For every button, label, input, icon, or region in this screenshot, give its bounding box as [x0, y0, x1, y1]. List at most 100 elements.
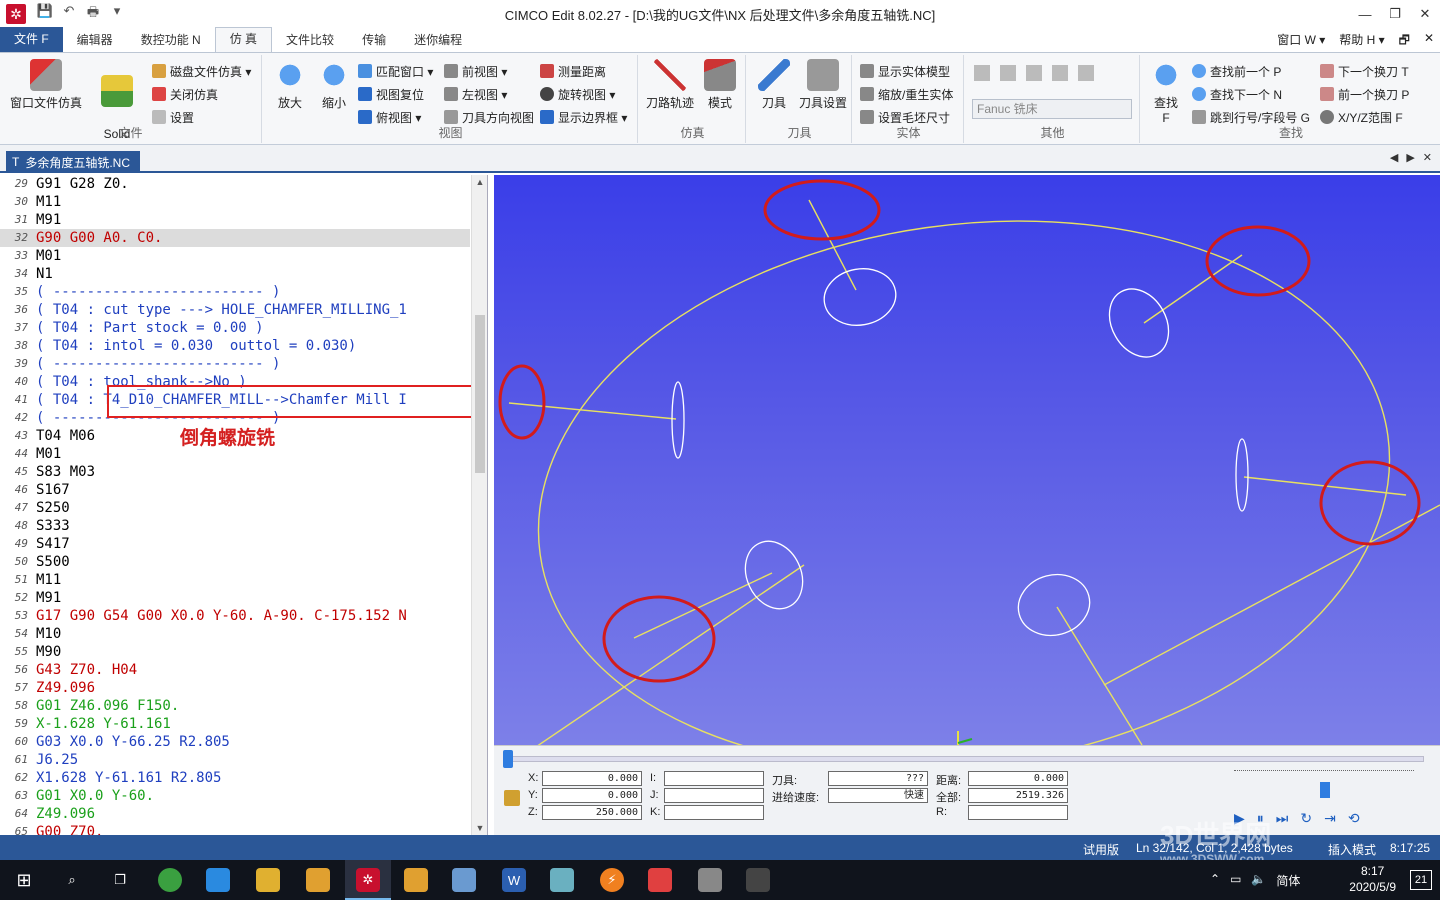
disk-sim-button[interactable]: 磁盘文件仿真 ▾ — [152, 61, 251, 81]
next-tool-button[interactable]: 下一个换刀 T — [1320, 61, 1409, 81]
minimize-icon[interactable]: — — [1350, 0, 1380, 28]
window-sim-button[interactable]: 窗口文件仿真 — [6, 59, 86, 111]
code-line[interactable]: 64 Z49.096 — [0, 805, 470, 823]
zoom-in-button[interactable]: 放大 — [270, 59, 310, 111]
folder-icon[interactable] — [256, 868, 280, 892]
save-icon[interactable]: 💾 — [36, 3, 54, 25]
code-editor[interactable]: 29 G91 G28 Z0. 30 M11 31 M91 32 G90 G00 A0. C0.… — [0, 175, 488, 835]
ime-indicator[interactable]: 简体 — [1276, 872, 1300, 889]
network-icon[interactable]: ▭ — [1230, 872, 1241, 889]
zoom-regen-button[interactable]: 缩放/重生实体 — [860, 84, 953, 104]
simulation-viewport[interactable] — [494, 175, 1440, 745]
toolpath-button[interactable]: 刀路轨迹 — [644, 59, 696, 111]
close-icon[interactable]: ✕ — [1410, 0, 1440, 28]
tool-setup-button[interactable]: 刀具设置 — [796, 59, 850, 111]
code-line[interactable]: 36 ( T04 : cut type ---> HOLE_CHAMFER_MIL… — [0, 301, 470, 319]
close-sim-button[interactable]: 关闭仿真 — [152, 84, 218, 104]
nx-icon-2[interactable] — [404, 868, 428, 892]
word-icon[interactable]: W — [502, 868, 526, 892]
app-icon[interactable] — [550, 868, 574, 892]
tab-file[interactable]: 文件 F — [0, 27, 63, 52]
customize-icon[interactable]: ▾ — [108, 3, 126, 25]
mode-button[interactable]: 模式 — [698, 59, 742, 111]
code-line[interactable]: 57 Z49.096 — [0, 679, 470, 697]
code-line[interactable]: 39 ( ------------------------- ) — [0, 355, 470, 373]
scroll-left-icon[interactable]: ◀ — [1390, 151, 1398, 164]
step-forward-icon[interactable]: ⏭ — [1276, 810, 1289, 827]
code-line[interactable]: 52 M91 — [0, 589, 470, 607]
to-end-icon[interactable]: ⇥ — [1324, 810, 1336, 827]
editor-scrollbar[interactable]: ▲ ▼ — [471, 175, 487, 835]
scroll-down-icon[interactable]: ▼ — [472, 823, 487, 833]
left-view-button[interactable]: 左视图 ▾ — [444, 84, 507, 104]
code-line[interactable]: 55 M90 — [0, 643, 470, 661]
fit-window-button[interactable]: 匹配窗口 ▾ — [358, 61, 433, 81]
speed-thumb[interactable] — [1320, 782, 1331, 798]
menu-window[interactable]: 窗口 W ▾ — [1277, 31, 1325, 52]
cimco-logo-icon[interactable]: ✲ — [6, 4, 26, 24]
view-reset-button[interactable]: 视图复位 — [358, 84, 424, 104]
code-line[interactable]: 49 S417 — [0, 535, 470, 553]
tab-simulation[interactable]: 仿 真 — [214, 27, 273, 52]
code-line[interactable]: 65 G00 Z70. — [0, 823, 470, 835]
scroll-right-icon[interactable]: ▶ — [1406, 151, 1414, 164]
machine-combo[interactable]: Fanuc 铣床 — [972, 99, 1132, 119]
viewer-icon[interactable] — [698, 868, 722, 892]
code-line[interactable]: 31 M91 — [0, 211, 470, 229]
code-line[interactable]: 37 ( T04 : Part stock = 0.00 ) — [0, 319, 470, 337]
code-line[interactable]: 29 G91 G28 Z0. — [0, 175, 470, 193]
code-line[interactable]: 54 M10 — [0, 625, 470, 643]
player-icon[interactable] — [206, 868, 230, 892]
grid-icon[interactable] — [1052, 65, 1068, 81]
taskbar-clock[interactable]: 8:17 2020/5/9 — [1349, 863, 1396, 895]
film-icon[interactable] — [746, 868, 770, 892]
nx-icon[interactable] — [306, 868, 330, 892]
image-icon[interactable] — [1026, 65, 1042, 81]
code-line[interactable]: 50 S500 — [0, 553, 470, 571]
doc-restore-icon[interactable]: 🗗 — [1399, 31, 1410, 52]
find-next-button[interactable]: 查找下一个 N — [1192, 84, 1282, 104]
doc-close-icon[interactable]: ✕ — [1424, 31, 1434, 52]
scrollbar-thumb[interactable] — [475, 315, 485, 473]
print-icon[interactable]: 🖶 — [84, 3, 102, 25]
office-icon[interactable] — [648, 868, 672, 892]
code-line[interactable]: 38 ( T04 : intol = 0.030 outtol = 0.030) — [0, 337, 470, 355]
code-line[interactable]: 60 G03 X0.0 Y-66.25 R2.805 — [0, 733, 470, 751]
code-line[interactable]: 45 S83 M03 — [0, 463, 470, 481]
stl-icon[interactable] — [1000, 65, 1016, 81]
reset-icon[interactable]: ⟲ — [1348, 810, 1360, 827]
tab-editor[interactable]: 编辑器 — [63, 29, 127, 52]
code-line[interactable]: 61 J6.25 — [0, 751, 470, 769]
show-solid-button[interactable]: 显示实体模型 — [860, 61, 950, 81]
rotate-view-button[interactable]: 旋转视图 ▾ — [540, 84, 615, 104]
windows-start-icon[interactable]: ⊞ — [12, 868, 36, 892]
code-line[interactable]: 59 X-1.628 Y-61.161 — [0, 715, 470, 733]
code-line[interactable]: 35 ( ------------------------- ) — [0, 283, 470, 301]
notification-icon[interactable]: 21 — [1410, 870, 1432, 890]
scroll-up-icon[interactable]: ▲ — [472, 177, 487, 187]
browser-icon[interactable] — [158, 868, 182, 892]
tray-expand-icon[interactable]: ⌃ — [1210, 872, 1220, 889]
task-view-icon[interactable]: ❐ — [108, 868, 132, 892]
code-line[interactable]: 46 S167 — [0, 481, 470, 499]
undo-icon[interactable]: ↶ — [60, 3, 78, 25]
restore-icon[interactable]: ❐ — [1380, 0, 1410, 28]
code-line[interactable]: 32 G90 G00 A0. C0. — [0, 229, 470, 247]
volume-icon[interactable]: 🔈 — [1251, 872, 1266, 889]
find-button[interactable]: 查找 F — [1146, 59, 1186, 125]
document-tab[interactable]: T 多余角度五轴铣.NC — [6, 151, 141, 173]
code-line[interactable]: 51 M11 — [0, 571, 470, 589]
code-line[interactable]: 58 G01 Z46.096 F150. — [0, 697, 470, 715]
export-icon[interactable] — [974, 65, 990, 81]
code-line[interactable]: 62 X1.628 Y-61.161 R2.805 — [0, 769, 470, 787]
zoom-out-button[interactable]: 缩小 — [314, 59, 354, 111]
code-line[interactable]: 53 G17 G90 G54 G00 X0.0 Y-60. A-90. C-175… — [0, 607, 470, 625]
measure-button[interactable]: 测量距离 — [540, 61, 606, 81]
code-line[interactable]: 34 N1 — [0, 265, 470, 283]
front-view-button[interactable]: 前视图 ▾ — [444, 61, 507, 81]
code-line[interactable]: 47 S250 — [0, 499, 470, 517]
progress-slider[interactable] — [504, 756, 1424, 762]
find-prev-button[interactable]: 查找前一个 P — [1192, 61, 1281, 81]
close-doc-icon[interactable]: ✕ — [1423, 151, 1432, 164]
prev-tool-button[interactable]: 前一个换刀 P — [1320, 84, 1409, 104]
